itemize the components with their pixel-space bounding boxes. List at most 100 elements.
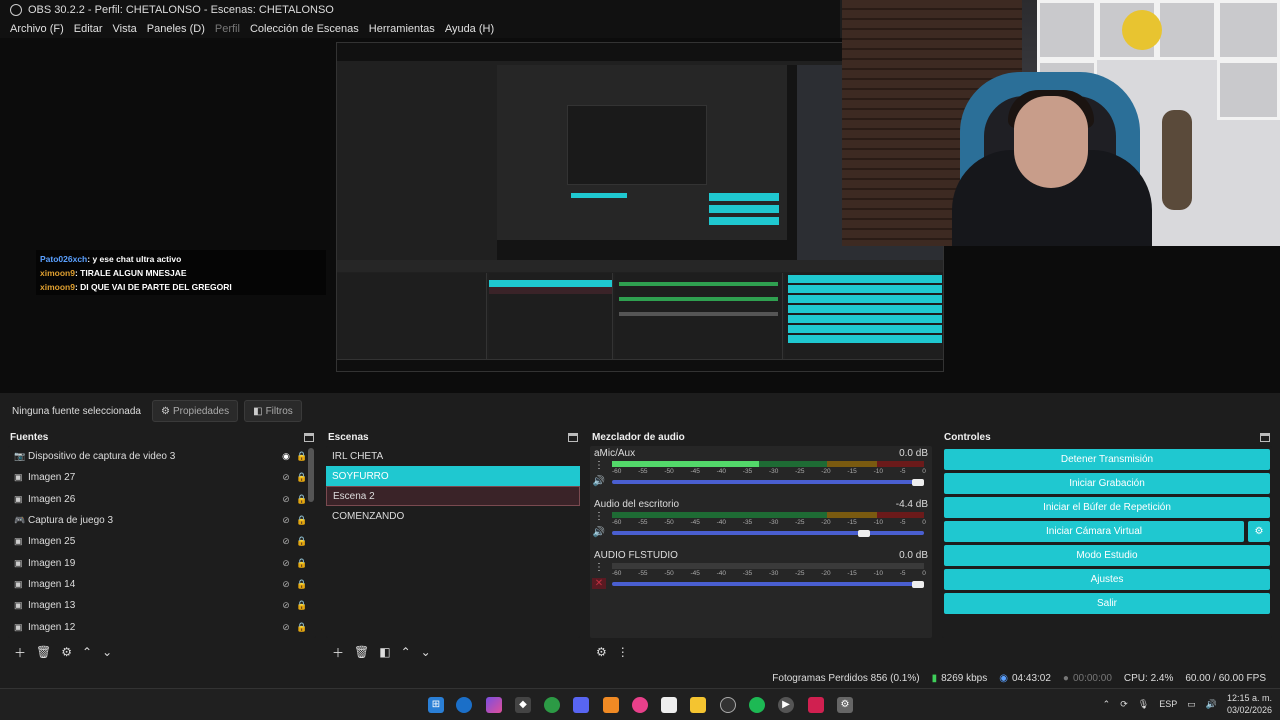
source-row[interactable]: 📷 Dispositivo de captura de video 3 ◉ 🔒 (8, 446, 316, 467)
settings-icon[interactable]: ⚙ (837, 697, 853, 713)
move-down-button[interactable]: ⌄ (102, 645, 112, 659)
source-row[interactable]: ▣ Imagen 27 ⊘ 🔒 (8, 467, 316, 488)
source-properties-button[interactable]: ⚙ (61, 645, 72, 659)
virtual-camera-button[interactable]: Iniciar Cámara Virtual (944, 521, 1244, 542)
remove-source-button[interactable]: 🗑 (36, 645, 51, 659)
source-row[interactable]: ▣ Imagen 13 ⊘ 🔒 (8, 595, 316, 616)
menu-coleccion-escenas[interactable]: Colección de Escenas (250, 23, 359, 35)
tray-chevron-icon[interactable]: ⌃ (1103, 699, 1111, 710)
obs-icon[interactable] (720, 697, 736, 713)
flstudio-icon[interactable] (603, 697, 619, 713)
eye-icon[interactable]: ◉ (278, 451, 294, 462)
source-row[interactable]: 🎮 Captura de juego 3 ⊘ 🔒 (8, 510, 316, 531)
mic-icon[interactable]: 🎙 (1138, 699, 1149, 710)
edge-icon[interactable] (456, 697, 472, 713)
speaker-icon[interactable]: 🔊 (592, 476, 606, 487)
discord-icon[interactable] (573, 697, 589, 713)
speaker-icon[interactable]: 🔊 (592, 527, 606, 538)
properties-button[interactable]: ⚙ Propiedades (152, 400, 239, 422)
start-icon[interactable]: ⊞ (428, 697, 444, 713)
scene-filters-button[interactable]: ◧ (379, 645, 390, 659)
lock-icon[interactable]: 🔒 (294, 536, 310, 547)
lock-icon[interactable]: 🔒 (294, 515, 310, 526)
scrollbar[interactable] (308, 448, 314, 502)
clock[interactable]: 12:15 a. m. 03/02/2026 (1227, 692, 1272, 716)
explorer-icon[interactable] (690, 697, 706, 713)
eye-hidden-icon[interactable]: ⊘ (278, 494, 294, 505)
menu-editar[interactable]: Editar (74, 23, 103, 35)
eye-hidden-icon[interactable]: ⊘ (278, 515, 294, 526)
menu-ayuda[interactable]: Ayuda (H) (445, 23, 494, 35)
lock-icon[interactable]: 🔒 (294, 579, 310, 590)
channel-menu-icon[interactable]: ⋮ (592, 511, 606, 522)
spotify-icon[interactable] (749, 697, 765, 713)
app-icon[interactable] (632, 697, 648, 713)
volume-slider[interactable] (612, 478, 924, 486)
replay-buffer-button[interactable]: Iniciar el Búfer de Repetición (944, 497, 1270, 518)
volume-slider[interactable] (612, 580, 924, 588)
volume-knob[interactable] (912, 478, 924, 486)
eye-hidden-icon[interactable]: ⊘ (278, 536, 294, 547)
settings-button[interactable]: Ajustes (944, 569, 1270, 590)
lock-icon[interactable]: 🔒 (294, 622, 310, 633)
remove-scene-button[interactable]: 🗑 (354, 645, 369, 659)
advanced-audio-button[interactable]: ⚙ (596, 645, 607, 659)
eye-hidden-icon[interactable]: ⊘ (278, 579, 294, 590)
studio-mode-button[interactable]: Modo Estudio (944, 545, 1270, 566)
network-icon[interactable]: ▭ (1187, 699, 1196, 710)
eye-hidden-icon[interactable]: ⊘ (278, 600, 294, 611)
source-row[interactable]: ▣ Imagen 26 ⊘ 🔒 (8, 489, 316, 510)
language-indicator[interactable]: ESP (1159, 699, 1177, 709)
source-row[interactable]: ▣ Imagen 19 ⊘ 🔒 (8, 552, 316, 573)
undock-icon[interactable] (1260, 432, 1270, 442)
copilot-icon[interactable] (486, 697, 502, 713)
obs-logo-icon (10, 4, 22, 16)
scene-up-button[interactable]: ⌃ (401, 645, 411, 659)
stop-stream-button[interactable]: Detener Transmisión (944, 449, 1270, 470)
scene-item[interactable]: SOYFURRO (326, 466, 580, 486)
add-source-button[interactable]: ＋ (14, 644, 26, 661)
add-scene-button[interactable]: ＋ (332, 644, 344, 661)
scene-item[interactable]: IRL CHETA (326, 446, 580, 466)
filters-button[interactable]: ◧ Filtros (244, 400, 302, 422)
app-icon[interactable] (808, 697, 824, 713)
menu-archivo[interactable]: Archivo (F) (10, 23, 64, 35)
undock-icon[interactable] (304, 432, 314, 442)
volume-knob[interactable] (858, 529, 870, 537)
undock-icon[interactable] (568, 432, 578, 442)
mixer-menu-button[interactable]: ⋮ (617, 645, 629, 659)
tray-icon[interactable]: ⟳ (1120, 699, 1128, 710)
volume-icon[interactable]: 🔊 (1206, 699, 1217, 710)
channel-menu-icon[interactable]: ⋮ (592, 460, 606, 471)
volume-slider[interactable] (612, 529, 924, 537)
eye-hidden-icon[interactable]: ⊘ (278, 472, 294, 483)
lock-icon[interactable]: 🔒 (294, 558, 310, 569)
chrome-icon[interactable] (544, 697, 560, 713)
app-icon[interactable]: ◆ (515, 697, 531, 713)
scene-item[interactable]: Escena 2 (326, 486, 580, 506)
virtual-camera-settings-icon[interactable]: ⚙ (1248, 521, 1270, 542)
scene-item[interactable]: COMENZANDO (326, 506, 580, 526)
menu-vista[interactable]: Vista (113, 23, 137, 35)
lock-icon[interactable]: 🔒 (294, 600, 310, 611)
volume-knob[interactable] (912, 580, 924, 588)
menu-herramientas[interactable]: Herramientas (369, 23, 435, 35)
media-icon[interactable]: ▶ (778, 697, 794, 713)
scene-down-button[interactable]: ⌄ (421, 645, 431, 659)
notepad-icon[interactable] (661, 697, 677, 713)
gamepad-icon: 🎮 (14, 515, 26, 526)
meter-scale: -60 -55 -50 -45 -40 -35 -30 -25 -20 -15 -10 -5 0 (612, 570, 926, 578)
channel-menu-icon[interactable]: ⋮ (592, 562, 606, 573)
exit-button[interactable]: Salir (944, 593, 1270, 614)
eye-hidden-icon[interactable]: ⊘ (278, 558, 294, 569)
eye-hidden-icon[interactable]: ⊘ (278, 622, 294, 633)
muted-speaker-icon[interactable]: ✕ (592, 578, 606, 589)
scale-tick: -5 (899, 570, 906, 577)
source-row[interactable]: ▣ Imagen 14 ⊘ 🔒 (8, 574, 316, 595)
source-toolbar: Ninguna fuente seleccionada ⚙ Propiedades… (0, 398, 1280, 424)
start-recording-button[interactable]: Iniciar Grabación (944, 473, 1270, 494)
menu-paneles[interactable]: Paneles (D) (147, 23, 205, 35)
source-row[interactable]: ▣ Imagen 12 ⊘ 🔒 (8, 616, 316, 637)
move-up-button[interactable]: ⌃ (82, 645, 92, 659)
source-row[interactable]: ▣ Imagen 25 ⊘ 🔒 (8, 531, 316, 552)
